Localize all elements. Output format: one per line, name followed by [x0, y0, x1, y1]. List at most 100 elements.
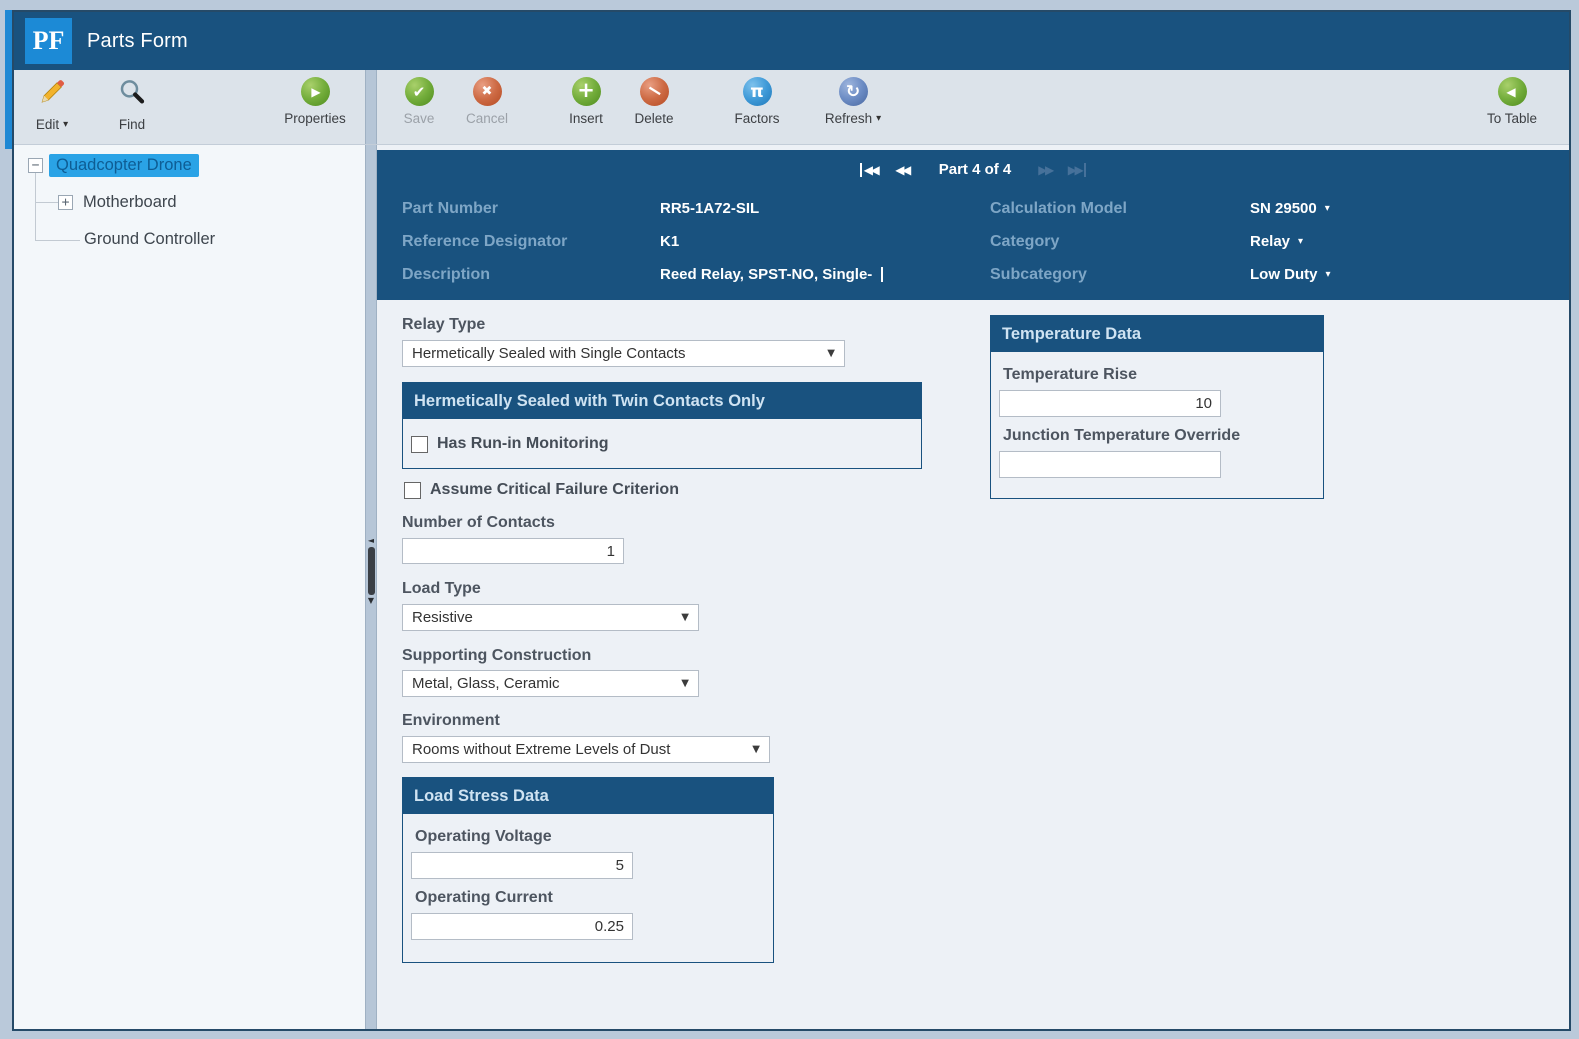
calculation-model-value[interactable]: SN 29500 ▾	[1250, 200, 1559, 217]
checkbox-unchecked-icon[interactable]	[411, 435, 428, 453]
record-navigator: ◀◀ ◀◀ Part 4 of 4 ▶▶ ▶▶	[377, 161, 1569, 178]
properties-label: Properties	[284, 111, 346, 126]
body-row: − Quadcopter Drone + Motherboard Ground …	[14, 145, 1569, 1029]
dropdown-arrow-icon: ▼	[681, 612, 689, 623]
insert-label: Insert	[569, 111, 603, 126]
splitter-down-icon: ▼	[367, 596, 375, 605]
supporting-construction-label: Supporting Construction	[402, 647, 592, 664]
twin-contacts-section-header: Hermetically Sealed with Twin Contacts O…	[403, 383, 921, 419]
nav-previous-icon[interactable]: ◀◀	[895, 163, 911, 177]
description-value[interactable]: Reed Relay, SPST-NO, Single-	[660, 266, 990, 283]
load-stress-section: Load Stress Data Operating Voltage Opera…	[402, 777, 774, 963]
subcategory-label: Subcategory	[990, 265, 1087, 283]
relay-type-dropdown[interactable]: Hermetically Sealed with Single Contacts…	[402, 340, 845, 367]
relay-type-label: Relay Type	[402, 316, 486, 333]
reference-designator-value[interactable]: K1	[660, 233, 990, 250]
operating-current-label: Operating Current	[415, 889, 553, 906]
chevron-down-icon: ▾	[1325, 269, 1331, 280]
part-number-value[interactable]: RR5-1A72-SIL	[660, 200, 990, 217]
factors-button[interactable]: π Factors	[727, 77, 787, 126]
temperature-data-section: Temperature Data Temperature Rise Juncti…	[990, 315, 1324, 499]
load-type-label: Load Type	[402, 580, 481, 597]
insert-button[interactable]: + Insert	[556, 77, 616, 126]
subcategory-value[interactable]: Low Duty ▾	[1250, 266, 1559, 283]
chevron-down-icon: ▾	[1298, 236, 1304, 247]
chevron-down-icon: ▾	[63, 119, 69, 130]
description-label: Description	[402, 265, 491, 283]
tree-item-label[interactable]: Ground Controller	[80, 228, 219, 251]
expand-expander-icon[interactable]: +	[58, 195, 73, 210]
component-tree: − Quadcopter Drone + Motherboard Ground …	[14, 145, 365, 1029]
left-toolbar: Edit ▾ Find ▶ Properties	[14, 70, 365, 144]
tree-panel: − Quadcopter Drone + Motherboard Ground …	[14, 145, 365, 1029]
pi-icon: π	[742, 77, 772, 106]
panel-splitter[interactable]: ◄ ▼	[365, 145, 377, 1029]
has-run-in-monitoring-label: Has Run-in Monitoring	[437, 435, 609, 452]
load-stress-section-header: Load Stress Data	[403, 778, 773, 814]
nav-first-icon[interactable]: ◀◀	[859, 162, 880, 177]
tree-item-quadcopter-drone[interactable]: − Quadcopter Drone	[28, 154, 199, 177]
has-run-in-monitoring-checkbox-row[interactable]: Has Run-in Monitoring	[411, 435, 609, 453]
tree-item-label[interactable]: Quadcopter Drone	[49, 154, 199, 177]
edit-button[interactable]: Edit ▾	[22, 77, 82, 132]
dropdown-arrow-icon: ▼	[827, 348, 835, 359]
desktop-background: PF Parts Form Edit ▾ Find ▶ Properties ✔…	[0, 0, 1579, 1039]
part-header-grid: Part Number RR5-1A72-SIL Calculation Mod…	[402, 192, 1559, 291]
to-table-button[interactable]: ◀ To Table	[1479, 77, 1545, 126]
window-title: Parts Form	[87, 29, 188, 52]
number-of-contacts-label: Number of Contacts	[402, 514, 555, 531]
calculation-model-label: Calculation Model	[990, 199, 1127, 217]
part-form-area: Relay Type Hermetically Sealed with Sing…	[377, 300, 1569, 1029]
edit-label: Edit ▾	[35, 117, 69, 132]
supporting-construction-dropdown[interactable]: Metal, Glass, Ceramic ▼	[402, 670, 699, 697]
load-type-dropdown[interactable]: Resistive ▼	[402, 604, 699, 631]
refresh-label: Refresh ▾	[824, 111, 882, 126]
parts-form-window: PF Parts Form Edit ▾ Find ▶ Properties ✔…	[5, 10, 1571, 1031]
nav-last-icon[interactable]: ▶▶	[1068, 162, 1087, 177]
collapse-expander-icon[interactable]: −	[28, 158, 43, 173]
temperature-rise-input[interactable]	[999, 390, 1221, 417]
part-header-banner: ◀◀ ◀◀ Part 4 of 4 ▶▶ ▶▶ Part Number RR5-…	[377, 150, 1569, 300]
junction-temperature-override-input[interactable]	[999, 451, 1221, 478]
properties-button[interactable]: ▶ Properties	[273, 77, 357, 126]
part-number-label: Part Number	[402, 199, 499, 217]
save-button[interactable]: ✔ Save	[389, 77, 449, 126]
dropdown-arrow-icon: ▼	[752, 744, 760, 755]
tree-item-ground-controller[interactable]: Ground Controller	[80, 228, 219, 251]
temperature-rise-label: Temperature Rise	[1003, 366, 1137, 383]
tree-item-label[interactable]: Motherboard	[79, 191, 181, 214]
tree-item-motherboard[interactable]: + Motherboard	[58, 191, 181, 214]
category-label: Category	[990, 232, 1060, 250]
text-cursor	[881, 267, 884, 282]
plus-icon: +	[571, 77, 601, 106]
to-table-label: To Table	[1486, 111, 1538, 126]
nav-next-icon[interactable]: ▶▶	[1038, 163, 1054, 177]
delete-button[interactable]: − Delete	[624, 76, 684, 126]
assume-critical-failure-checkbox-row[interactable]: Assume Critical Failure Criterion	[404, 481, 679, 499]
titlebar: PF Parts Form	[14, 12, 1569, 70]
number-of-contacts-input[interactable]	[402, 538, 624, 564]
splitter-handle[interactable]: ◄ ▼	[366, 537, 376, 605]
save-check-icon: ✔	[404, 77, 434, 106]
refresh-button[interactable]: ↻ Refresh ▾	[817, 77, 889, 126]
tree-connector-line	[35, 202, 58, 203]
splitter-grip	[367, 547, 375, 595]
search-icon	[117, 77, 147, 112]
category-value[interactable]: Relay ▾	[1250, 233, 1559, 250]
environment-dropdown[interactable]: Rooms without Extreme Levels of Dust ▼	[402, 736, 770, 763]
pencil-icon	[37, 77, 67, 112]
assume-critical-failure-label: Assume Critical Failure Criterion	[430, 481, 679, 498]
tree-connector-line	[35, 240, 80, 241]
chevron-down-icon: ▾	[876, 113, 882, 124]
cancel-label: Cancel	[465, 111, 509, 126]
dropdown-arrow-icon: ▼	[681, 678, 689, 689]
operating-voltage-label: Operating Voltage	[415, 828, 552, 845]
reference-designator-label: Reference Designator	[402, 232, 568, 250]
find-button[interactable]: Find	[102, 77, 162, 132]
operating-voltage-input[interactable]	[411, 852, 633, 879]
checkbox-unchecked-icon[interactable]	[404, 481, 421, 499]
operating-current-input[interactable]	[411, 913, 633, 940]
delete-label: Delete	[634, 111, 674, 126]
cancel-button[interactable]: ✖ Cancel	[457, 77, 517, 126]
cancel-cross-icon: ✖	[472, 77, 502, 106]
